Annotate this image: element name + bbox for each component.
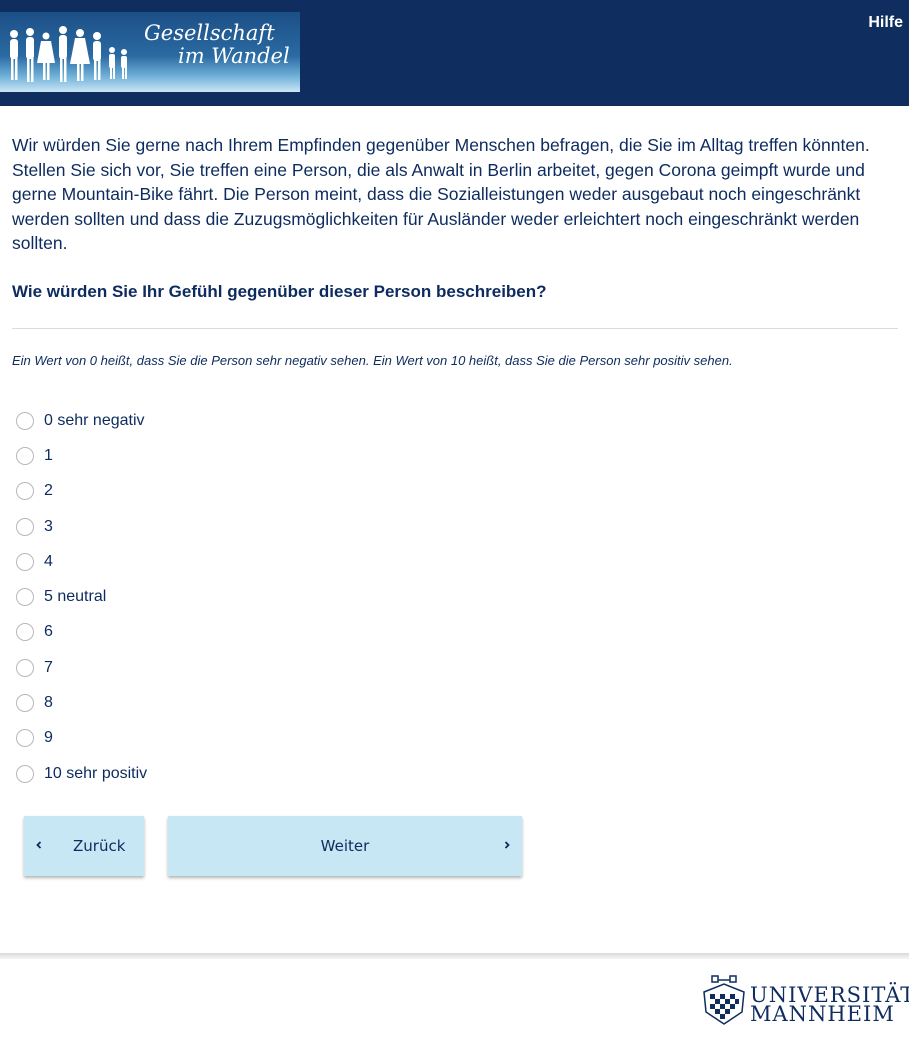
radio-button[interactable] [16, 623, 34, 642]
option-1[interactable]: 1 [16, 438, 147, 473]
next-button-label: Weiter [320, 837, 370, 855]
university-name: UNIVERSITÄT MANNHEIM [750, 985, 909, 1026]
radio-button[interactable] [16, 729, 34, 748]
next-button[interactable]: Weiter [168, 816, 522, 876]
footer-separator [0, 953, 909, 959]
back-button[interactable]: Zurück [24, 816, 144, 876]
option-3[interactable]: 3 [16, 509, 147, 544]
option-10[interactable]: 10 sehr positiv [16, 756, 147, 791]
option-2[interactable]: 2 [16, 474, 147, 509]
chevron-left-icon [36, 841, 42, 849]
option-5[interactable]: 5 neutral [16, 579, 147, 614]
divider [12, 328, 898, 329]
option-label: 7 [44, 658, 53, 676]
people-silhouettes-icon [10, 26, 127, 82]
radio-button[interactable] [16, 411, 34, 430]
radio-button[interactable] [16, 764, 34, 783]
option-8[interactable]: 8 [16, 685, 147, 720]
site-logo: Gesellschaft im Wandel [0, 12, 300, 92]
radio-button[interactable] [16, 588, 34, 607]
question-intro: Wir würden Sie gerne nach Ihrem Empfinde… [12, 135, 870, 253]
option-0[interactable]: 0 sehr negativ [16, 403, 147, 438]
castle-crest-icon [703, 975, 745, 1025]
header-bar: Gesellschaft im Wandel Hilfe [0, 0, 909, 106]
logo-line-1: Gesellschaft [144, 21, 275, 45]
radio-button[interactable] [16, 552, 34, 571]
option-label: 0 sehr negativ [44, 411, 145, 429]
radio-button[interactable] [16, 658, 34, 677]
chevron-right-icon [504, 841, 510, 849]
option-label: 8 [44, 694, 53, 712]
radio-button[interactable] [16, 694, 34, 713]
option-9[interactable]: 9 [16, 721, 147, 756]
radio-button[interactable] [16, 517, 34, 536]
help-link[interactable]: Hilfe [868, 14, 903, 32]
option-label: 10 sehr positiv [44, 764, 148, 782]
option-label: 4 [44, 552, 53, 570]
option-label: 3 [44, 517, 53, 535]
university-name-line-2: MANNHEIM [750, 1002, 895, 1026]
option-label: 9 [44, 729, 53, 747]
logo-text: Gesellschaft im Wandel [144, 22, 290, 68]
option-label: 2 [44, 482, 53, 500]
logo-line-2: im Wandel [178, 44, 290, 68]
radio-button[interactable] [16, 482, 34, 501]
back-button-label: Zurück [73, 837, 126, 855]
option-4[interactable]: 4 [16, 544, 147, 579]
option-label: 6 [44, 623, 53, 641]
scale-hint: Ein Wert von 0 heißt, dass Sie die Perso… [12, 353, 733, 368]
option-7[interactable]: 7 [16, 650, 147, 685]
radio-button[interactable] [16, 446, 34, 465]
option-label: 5 neutral [44, 588, 107, 606]
question-title: Wie würden Sie Ihr Gefühl gegenüber dies… [12, 282, 547, 301]
answer-options: 0 sehr negativ 1 2 3 4 5 neutral 6 7 8 9… [16, 403, 147, 791]
option-6[interactable]: 6 [16, 615, 147, 650]
option-label: 1 [44, 446, 53, 464]
university-logo: UNIVERSITÄT MANNHEIM [698, 970, 909, 1030]
